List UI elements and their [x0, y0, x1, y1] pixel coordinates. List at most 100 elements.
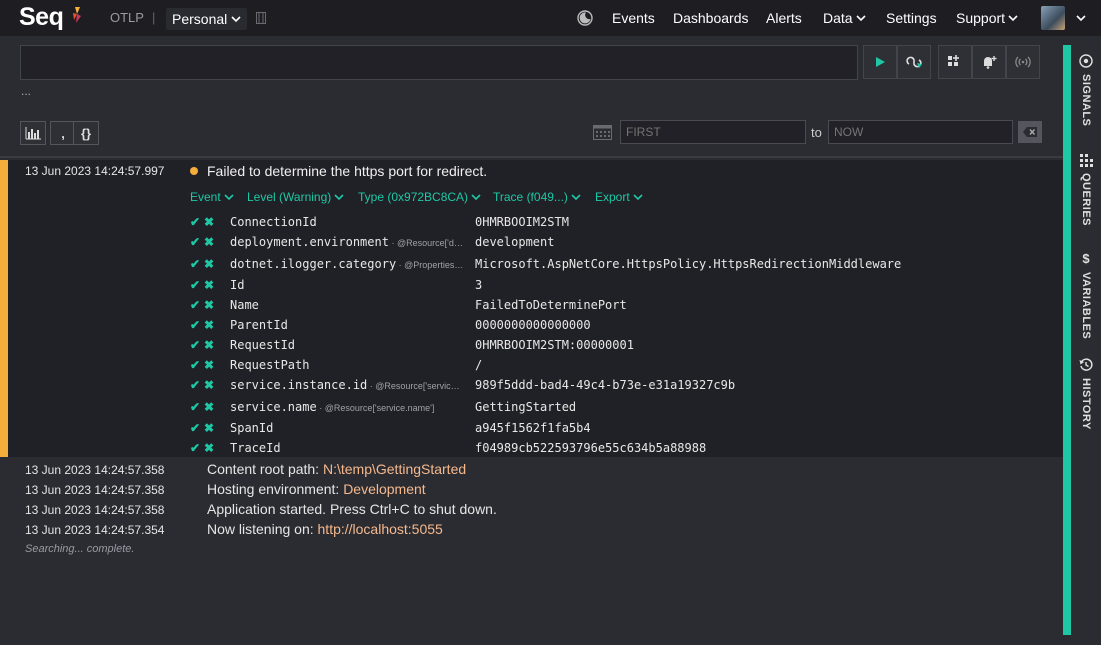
event-row[interactable]: 13 Jun 2023 14:24:57.354 Now listening o…	[0, 520, 1063, 540]
nav-dashboards[interactable]: Dashboards	[673, 10, 749, 26]
event-message-text: Hosting environment:	[207, 481, 344, 497]
property-value[interactable]: /	[475, 358, 482, 372]
include-filter-icon[interactable]: ✔	[190, 441, 202, 455]
backspace-icon	[1023, 127, 1037, 137]
sidebar-signals-label: SIGNALS	[1080, 74, 1092, 127]
bar-chart-icon	[25, 126, 41, 139]
histogram-toggle-button[interactable]	[20, 121, 46, 145]
event-menu[interactable]: Event	[190, 190, 234, 204]
property-value[interactable]: Microsoft.AspNetCore.HttpsPolicy.HttpsRe…	[475, 257, 901, 271]
include-filter-icon[interactable]: ✔	[190, 215, 202, 229]
run-query-button[interactable]	[863, 45, 897, 79]
calendar-icon[interactable]	[593, 124, 612, 140]
range-to-input[interactable]	[828, 120, 1013, 144]
seq-logo[interactable]: Seq	[19, 3, 64, 32]
add-signal-button[interactable]	[1006, 45, 1040, 79]
nav-support[interactable]: Support	[956, 10, 1018, 26]
tail-button[interactable]	[897, 45, 931, 79]
workspace-pin-icon[interactable]	[256, 12, 266, 24]
property-value[interactable]: 989f5ddd-bad4-49c4-b73e-e31a19327c9b	[475, 378, 735, 392]
property-value[interactable]: GettingStarted	[475, 400, 576, 414]
property-name: dotnet.ilogger.category · @Properties…	[230, 257, 475, 271]
clear-range-button[interactable]	[1018, 121, 1042, 143]
workspace-selector[interactable]: Personal	[166, 8, 248, 30]
nav-events[interactable]: Events	[612, 10, 655, 26]
sidebar-tab-variables[interactable]: $ VARIABLES	[1074, 251, 1098, 339]
exclude-filter-icon[interactable]: ✖	[202, 358, 230, 372]
level-menu-label: Level (Warning)	[247, 190, 332, 204]
property-name: RequestId	[230, 338, 475, 352]
grid-icon	[1080, 154, 1093, 167]
exclude-filter-icon[interactable]: ✖	[202, 298, 230, 312]
user-menu-chevron-icon[interactable]	[1076, 13, 1086, 23]
user-avatar[interactable]	[1041, 6, 1065, 30]
nav-alerts[interactable]: Alerts	[766, 10, 802, 26]
property-value[interactable]: FailedToDeterminePort	[475, 298, 627, 312]
property-name: service.instance.id · @Resource['servic…	[230, 378, 475, 392]
property-name: RequestPath	[230, 358, 475, 372]
exclude-filter-icon[interactable]: ✖	[202, 278, 230, 292]
level-menu[interactable]: Level (Warning)	[247, 190, 344, 204]
sidebar-tab-signals[interactable]: SIGNALS	[1074, 54, 1098, 126]
include-filter-icon[interactable]: ✔	[190, 257, 202, 271]
include-filter-icon[interactable]: ✔	[190, 338, 202, 352]
theme-toggle-icon[interactable]	[577, 10, 593, 26]
include-filter-icon[interactable]: ✔	[190, 298, 202, 312]
include-filter-icon[interactable]: ✔	[190, 318, 202, 332]
range-from-input[interactable]	[620, 120, 806, 144]
include-filter-icon[interactable]: ✔	[190, 421, 202, 435]
event-message-highlight: N:\temp\GettingStarted	[322, 461, 467, 477]
search-input[interactable]	[20, 45, 858, 80]
property-value[interactable]: a945f1562f1fa5b4	[475, 421, 591, 435]
event-row[interactable]: 13 Jun 2023 14:24:57.358 Hosting environ…	[0, 480, 1063, 500]
property-name-text: service.name	[230, 400, 317, 414]
sidebar-tab-history[interactable]: HISTORY	[1074, 358, 1098, 430]
json-view-button[interactable]: {}	[73, 121, 99, 145]
exclude-filter-icon[interactable]: ✖	[202, 400, 230, 414]
include-filter-icon[interactable]: ✔	[190, 358, 202, 372]
event-message[interactable]: Failed to determine the https port for r…	[207, 163, 487, 179]
sidebar-history-label: HISTORY	[1080, 378, 1092, 430]
exclude-filter-icon[interactable]: ✖	[202, 421, 230, 435]
event-row[interactable]: 13 Jun 2023 14:24:57.358 Content root pa…	[0, 460, 1063, 480]
top-bar: Seq OTLP | Personal Events Dashboards Al…	[0, 0, 1101, 36]
include-filter-icon[interactable]: ✔	[190, 278, 202, 292]
export-menu[interactable]: Export	[595, 190, 643, 204]
property-value[interactable]: development	[475, 235, 554, 249]
sidebar-tab-queries[interactable]: QUERIES	[1074, 153, 1098, 226]
exclude-filter-icon[interactable]: ✖	[202, 318, 230, 332]
type-menu[interactable]: Type (0x972BC8CA)	[358, 190, 481, 204]
event-message-text: Now listening on:	[207, 521, 318, 537]
event-timestamp: 13 Jun 2023 14:24:57.354	[25, 523, 165, 537]
exclude-filter-icon[interactable]: ✖	[202, 338, 230, 352]
property-value[interactable]: 3	[475, 278, 482, 292]
property-path: · @Resource['servic…	[367, 381, 460, 391]
nav-settings[interactable]: Settings	[886, 10, 937, 26]
trace-menu[interactable]: Trace (f049...)	[493, 190, 581, 204]
exclude-filter-icon[interactable]: ✖	[202, 441, 230, 455]
otlp-link[interactable]: OTLP	[110, 10, 144, 25]
chevron-down-icon	[1008, 15, 1018, 22]
exclude-filter-icon[interactable]: ✖	[202, 378, 230, 392]
property-value[interactable]: 0000000000000000	[475, 318, 591, 332]
play-icon	[876, 57, 885, 67]
include-filter-icon[interactable]: ✔	[190, 400, 202, 414]
property-row: ✔ ✖ ParentId 0000000000000000	[190, 316, 1050, 334]
property-name: ParentId	[230, 318, 475, 332]
property-name-text: ParentId	[230, 318, 288, 332]
include-filter-icon[interactable]: ✔	[190, 235, 202, 249]
add-alert-button[interactable]	[972, 45, 1006, 79]
exclude-filter-icon[interactable]: ✖	[202, 215, 230, 229]
add-to-dashboard-button[interactable]	[938, 45, 972, 79]
exclude-filter-icon[interactable]: ✖	[202, 235, 230, 249]
property-value[interactable]: 0HMRBOOIM2STM	[475, 215, 569, 229]
property-name-text: service.instance.id	[230, 378, 368, 392]
include-filter-icon[interactable]: ✔	[190, 378, 202, 392]
property-value[interactable]: f04989cb522593796e55c634b5a88988	[475, 441, 706, 455]
nav-data[interactable]: Data	[823, 10, 866, 26]
event-row[interactable]: 13 Jun 2023 14:24:57.358 Application sta…	[0, 500, 1063, 520]
trace-menu-label: Trace (f049...)	[493, 190, 568, 204]
exclude-filter-icon[interactable]: ✖	[202, 257, 230, 271]
property-value[interactable]: 0HMRBOOIM2STM:00000001	[475, 338, 634, 352]
sidebar-accent-bar	[1063, 45, 1071, 635]
